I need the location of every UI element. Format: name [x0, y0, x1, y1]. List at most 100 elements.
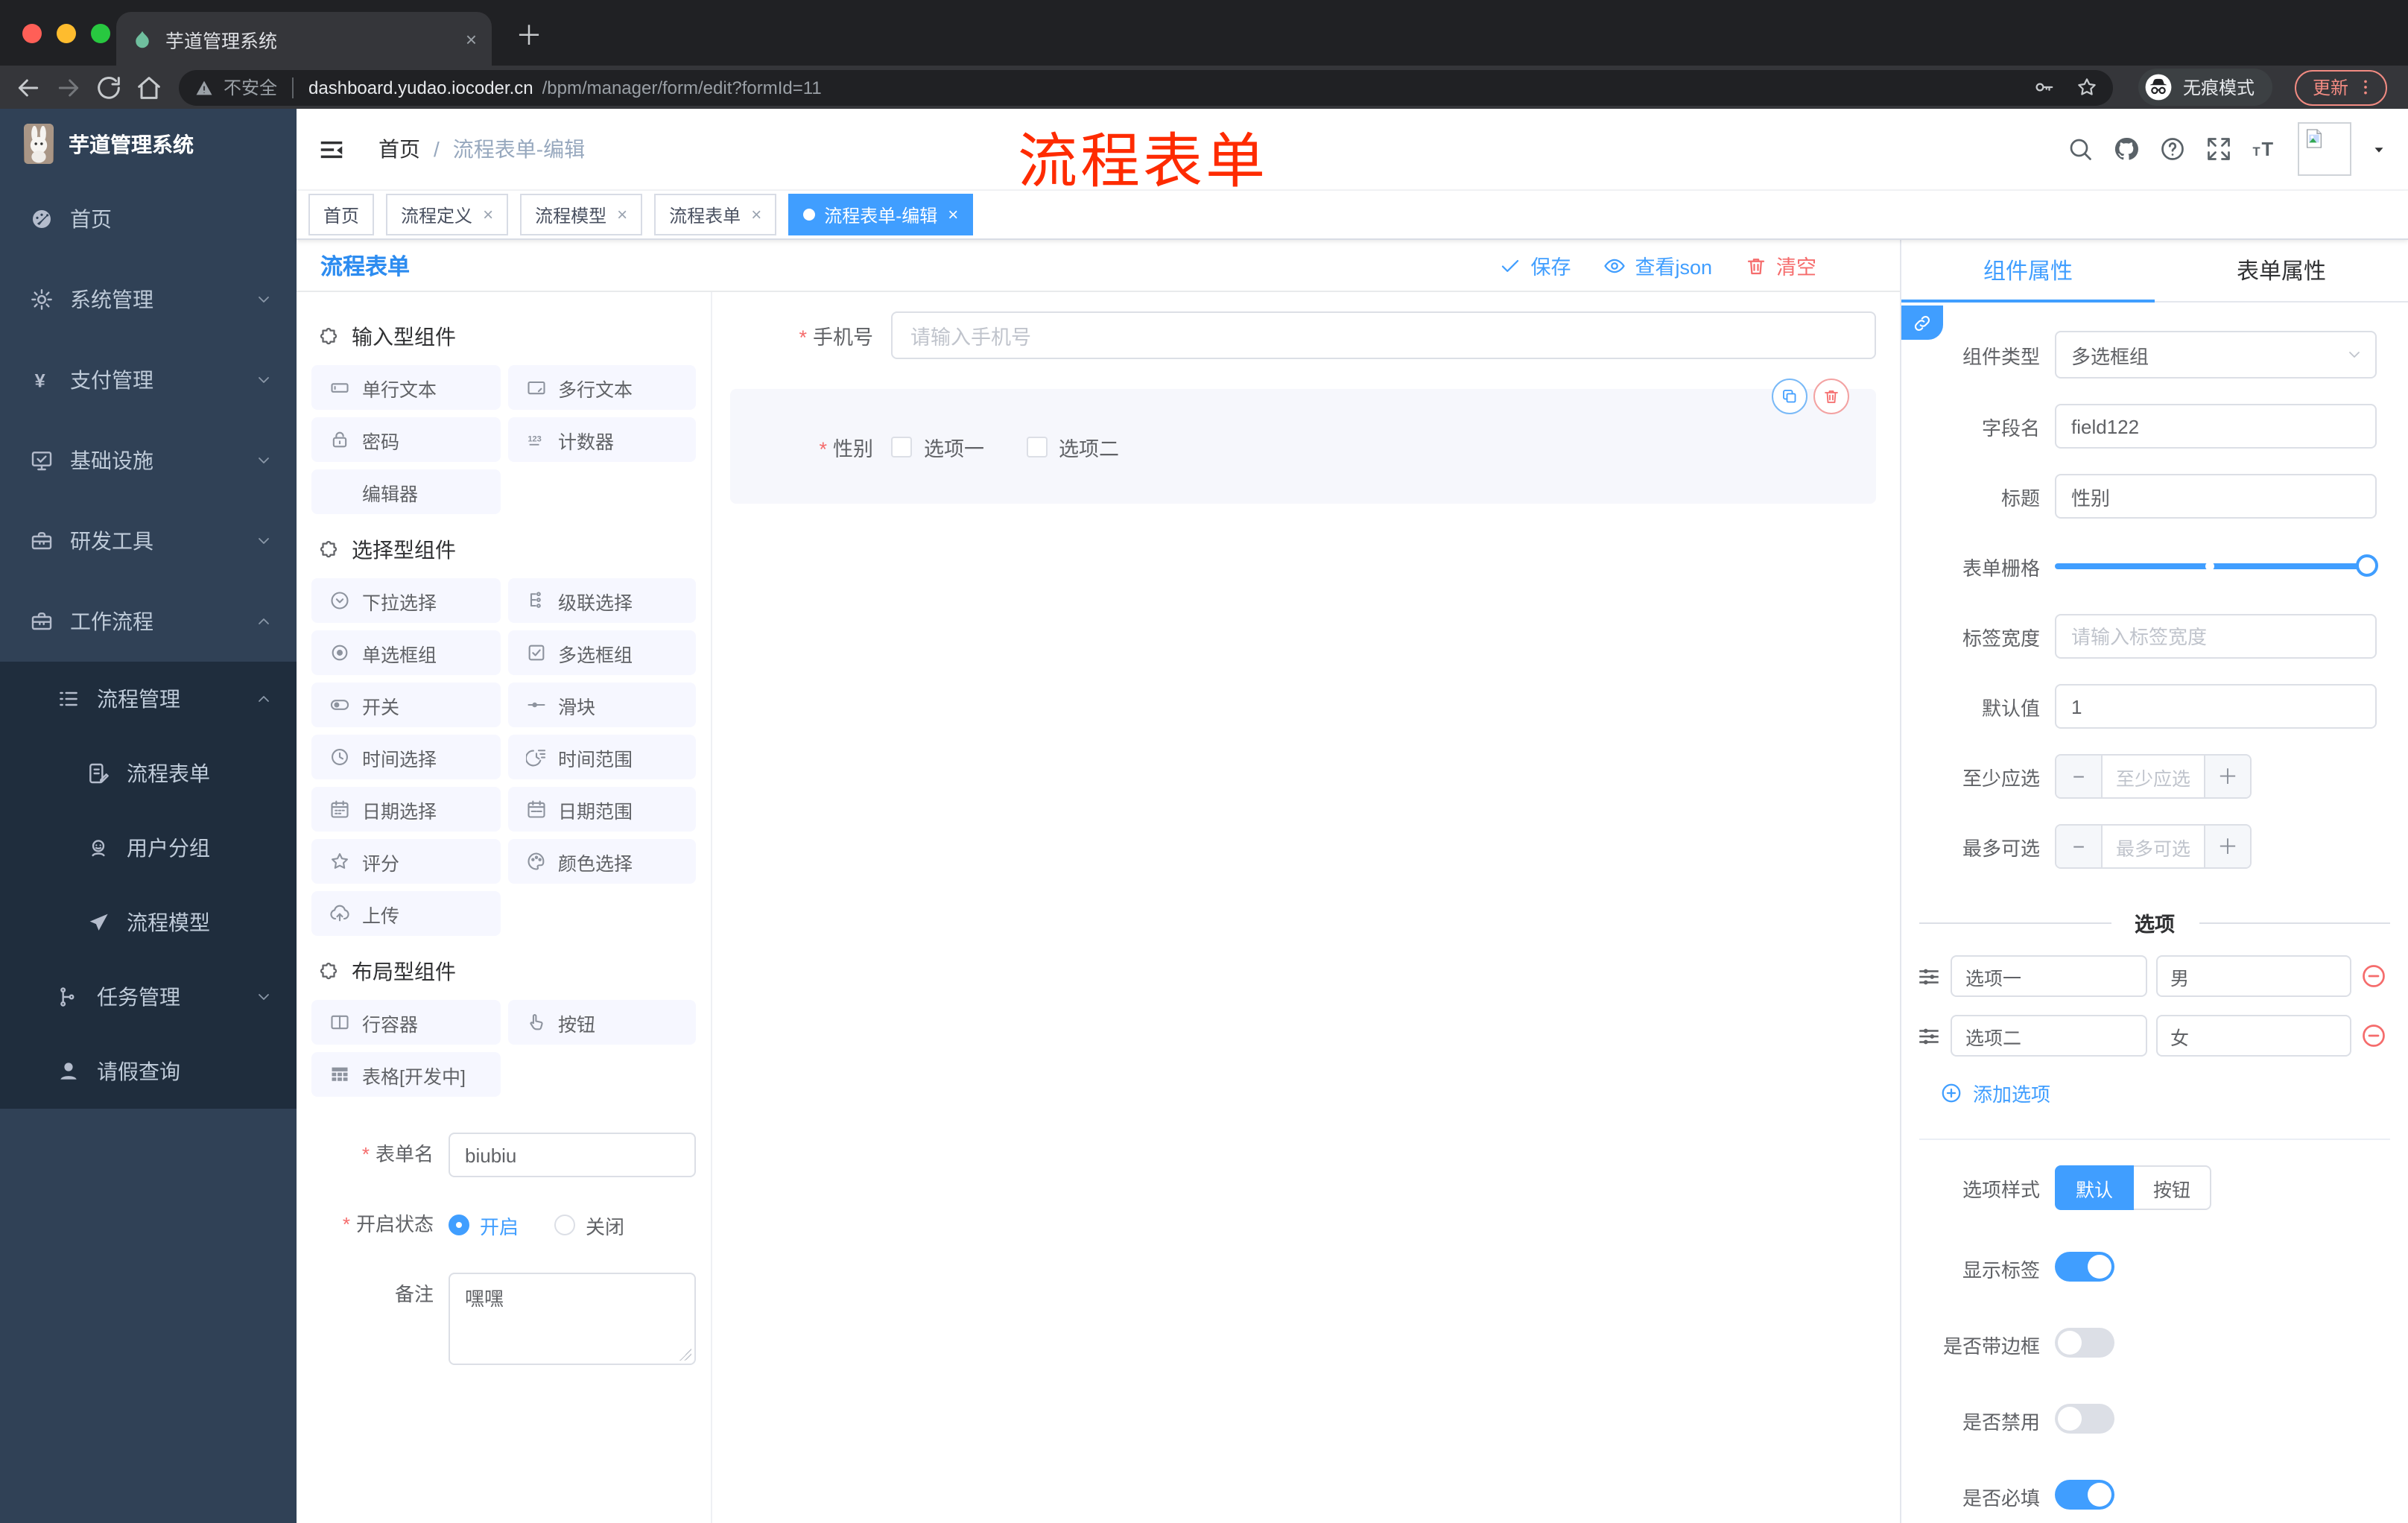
toggle-switch[interactable] — [2055, 1328, 2114, 1358]
data-binding-tag[interactable] — [1901, 305, 1943, 340]
drag-handle-icon[interactable] — [1916, 1023, 1942, 1048]
search-icon[interactable] — [2067, 136, 2094, 162]
palette-component[interactable]: 时间范围 — [507, 735, 696, 779]
default-value-input[interactable] — [2055, 684, 2377, 729]
canvas-field-gender-selected[interactable]: 性别 选项一 — [730, 379, 1876, 504]
label-width-input[interactable] — [2055, 614, 2377, 659]
palette-component[interactable]: 下拉选择 — [311, 578, 500, 623]
address-bar[interactable]: 不安全 dashboard.yudao.iocoder.cn /bpm/mana… — [179, 69, 2113, 105]
sidebar-item[interactable]: 首页 — [0, 179, 297, 259]
sidebar-subitem[interactable]: 流程管理 — [0, 662, 297, 736]
password-key-icon[interactable] — [2032, 76, 2055, 98]
toggle-switch[interactable] — [2055, 1404, 2114, 1434]
option-value-input[interactable] — [2155, 1015, 2351, 1057]
slider-handle[interactable] — [2356, 554, 2378, 577]
github-icon[interactable] — [2113, 136, 2140, 162]
phone-input[interactable]: 请输入手机号 — [891, 311, 1876, 359]
increment-button[interactable]: ＋ — [2204, 826, 2250, 867]
palette-component[interactable]: 滑块 — [507, 683, 696, 727]
home-icon[interactable] — [133, 72, 165, 102]
palette-component[interactable]: 多行文本 — [507, 365, 696, 410]
form-remark-textarea[interactable]: 嘿嘿 — [449, 1273, 696, 1365]
option-value-input[interactable] — [2155, 955, 2351, 997]
drag-handle-icon[interactable] — [1916, 963, 1942, 989]
form-name-input[interactable] — [449, 1133, 696, 1177]
reload-icon[interactable] — [92, 72, 125, 102]
help-icon[interactable] — [2159, 136, 2186, 162]
sidebar-item[interactable]: 工作流程 — [0, 581, 297, 662]
palette-component[interactable]: 上传 — [311, 891, 500, 936]
palette-component[interactable]: 单行文本 — [311, 365, 500, 410]
zoom-window-button[interactable] — [91, 24, 110, 43]
palette-component[interactable]: 密码 — [311, 417, 500, 462]
palette-component[interactable]: 编辑器 — [311, 469, 500, 514]
remove-option-icon[interactable] — [2360, 963, 2387, 990]
add-option-button[interactable]: 添加选项 — [1940, 1079, 2408, 1107]
palette-component[interactable]: 按钮 — [507, 1000, 696, 1045]
sidebar-item[interactable]: 基础设施 — [0, 420, 297, 501]
close-tag-icon[interactable]: × — [617, 204, 627, 225]
not-secure-icon[interactable] — [194, 77, 215, 98]
palette-component[interactable]: 日期选择 — [311, 787, 500, 832]
save-button[interactable]: 保存 — [1499, 250, 1571, 280]
hamburger-icon[interactable] — [317, 135, 346, 163]
style-button-button[interactable]: 按钮 — [2134, 1165, 2212, 1210]
sidebar-item[interactable]: 研发工具 — [0, 501, 297, 581]
toggle-switch[interactable] — [2055, 1480, 2114, 1510]
remove-option-icon[interactable] — [2360, 1022, 2387, 1049]
avatar[interactable] — [2298, 122, 2351, 176]
max-select-stepper[interactable]: − 最多可选 ＋ — [2055, 824, 2252, 869]
browser-tab[interactable]: 芋道管理系统 × — [116, 12, 492, 66]
sidebar-subitem[interactable]: 流程表单 — [0, 736, 297, 811]
checkbox-box[interactable] — [891, 437, 912, 457]
palette-component[interactable]: 时间选择 — [311, 735, 500, 779]
tab-form-props[interactable]: 表单属性 — [2155, 240, 2408, 301]
close-window-button[interactable] — [22, 24, 42, 43]
component-type-select[interactable]: 多选框组 — [2055, 331, 2377, 379]
palette-component[interactable]: 级联选择 — [507, 578, 696, 623]
minimize-window-button[interactable] — [57, 24, 76, 43]
delete-field-button[interactable] — [1813, 379, 1849, 414]
close-tab-icon[interactable]: × — [466, 28, 477, 50]
style-default-button[interactable]: 默认 — [2055, 1165, 2135, 1210]
tag[interactable]: 流程模型 × — [520, 194, 643, 235]
max-select-placeholder[interactable]: 最多可选 — [2103, 826, 2204, 867]
fullscreen-icon[interactable] — [2205, 136, 2232, 162]
palette-component[interactable]: 评分 — [311, 839, 500, 884]
canvas-field-phone[interactable]: 手机号 请输入手机号 — [730, 311, 1876, 359]
breadcrumb-home[interactable]: 首页 — [378, 134, 420, 164]
field-name-input[interactable] — [2055, 404, 2377, 449]
sidebar-item[interactable]: 系统管理 — [0, 259, 297, 340]
update-button[interactable]: 更新 — [2294, 69, 2387, 105]
font-size-icon[interactable]: TT — [2252, 136, 2278, 162]
status-on-radio[interactable]: 开启 — [449, 1211, 519, 1239]
min-select-placeholder[interactable]: 至少应选 — [2103, 756, 2204, 797]
duplicate-field-button[interactable] — [1772, 379, 1807, 414]
macos-traffic-lights[interactable] — [22, 24, 110, 43]
back-icon[interactable] — [12, 72, 45, 102]
min-select-stepper[interactable]: − 至少应选 ＋ — [2055, 754, 2252, 799]
close-tag-icon[interactable]: × — [751, 204, 761, 225]
decrement-button[interactable]: − — [2056, 756, 2103, 797]
palette-component[interactable]: 日期范围 — [507, 787, 696, 832]
sidebar-subitem[interactable]: 流程模型 — [0, 885, 297, 960]
palette-component[interactable]: 颜色选择 — [507, 839, 696, 884]
tag[interactable]: 流程定义 × — [386, 194, 509, 235]
option-label-input[interactable] — [1951, 1015, 2146, 1057]
bookmark-star-icon[interactable] — [2076, 76, 2098, 98]
tag[interactable]: 流程表单-编辑 × — [788, 194, 974, 235]
tab-component-props[interactable]: 组件属性 — [1901, 240, 2155, 301]
title-input[interactable] — [2055, 474, 2377, 519]
sidebar-item[interactable]: ¥ 支付管理 — [0, 340, 297, 420]
tag[interactable]: 首页 × — [308, 194, 375, 235]
caret-down-icon[interactable] — [2371, 141, 2387, 157]
close-tag-icon[interactable]: × — [948, 204, 958, 225]
grid-slider[interactable] — [2055, 554, 2378, 577]
sidebar-subitem[interactable]: 请假查询 — [0, 1034, 297, 1109]
toggle-switch[interactable] — [2055, 1252, 2114, 1282]
tag[interactable]: 流程表单 × — [654, 194, 777, 235]
checkbox-box[interactable] — [1026, 437, 1047, 457]
option-label-input[interactable] — [1951, 955, 2146, 997]
new-tab-button[interactable]: ＋ — [516, 15, 542, 54]
forward-icon[interactable] — [52, 72, 85, 102]
